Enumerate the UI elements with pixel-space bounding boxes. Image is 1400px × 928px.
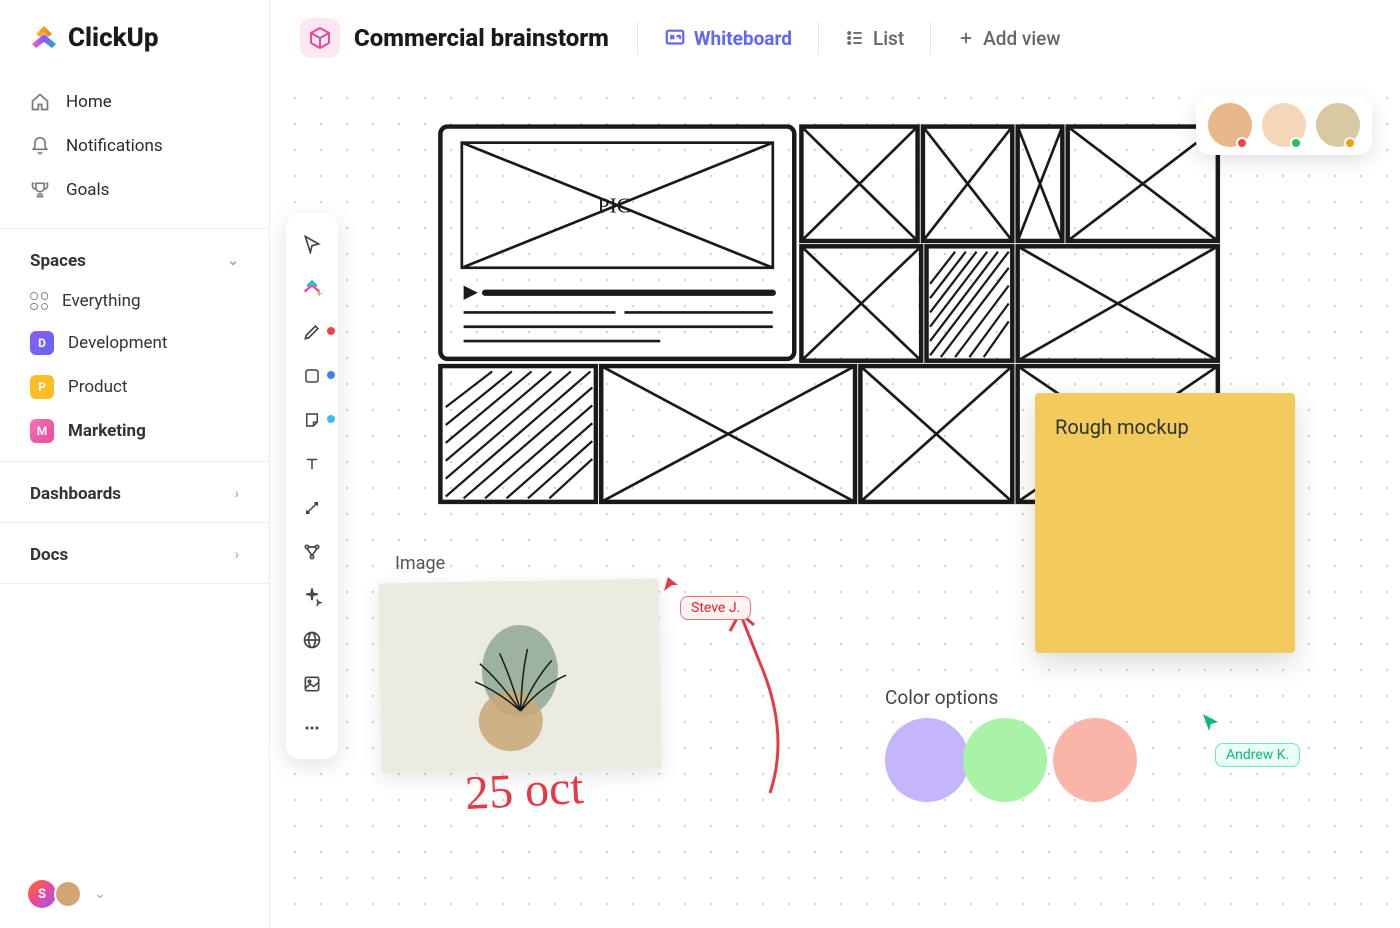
nav-home[interactable]: Home: [0, 80, 269, 124]
tool-more[interactable]: [293, 709, 331, 747]
brand-name: ClickUp: [68, 23, 159, 53]
sidebar-item-development[interactable]: D Development: [0, 321, 269, 365]
divider: [0, 228, 269, 229]
collaborators[interactable]: [1196, 95, 1372, 155]
divider: [0, 583, 269, 584]
collaborator-avatar[interactable]: [1316, 103, 1360, 147]
nav-notifications-label: Notifications: [66, 136, 163, 156]
spaces-title: Spaces: [30, 251, 86, 271]
tool-shape[interactable]: [293, 357, 331, 395]
doc-cube-icon[interactable]: [300, 18, 340, 58]
topbar: Commercial brainstorm Whiteboard List Ad…: [270, 0, 1400, 73]
space-label-product: Product: [68, 377, 127, 397]
user-avatar-initial: S: [28, 880, 56, 908]
tab-list-label: List: [873, 27, 904, 50]
logo[interactable]: ClickUp: [0, 0, 269, 72]
tab-list[interactable]: List: [839, 23, 910, 54]
dashboards-label: Dashboards: [30, 484, 121, 504]
user-avatar-photo: [54, 880, 82, 908]
tool-sticky[interactable]: [293, 401, 331, 439]
separator: [930, 22, 931, 54]
arrow-annotation: [690, 593, 810, 813]
main: Commercial brainstorm Whiteboard List Ad…: [270, 0, 1400, 928]
space-badge-m: M: [30, 419, 54, 443]
color-swatch-purple[interactable]: [885, 718, 969, 802]
chevron-right-icon: ›: [235, 486, 239, 502]
image-card[interactable]: [378, 579, 661, 774]
image-label: Image: [395, 553, 445, 574]
nav-goals-label: Goals: [66, 180, 109, 200]
collaborator-avatar[interactable]: [1262, 103, 1306, 147]
handwritten-date: 25 oct: [464, 760, 585, 821]
cursor-label-andrew: Andrew K.: [1215, 743, 1300, 767]
sidebar-item-product[interactable]: P Product: [0, 365, 269, 409]
collaborator-avatar[interactable]: [1208, 103, 1252, 147]
separator: [637, 22, 638, 54]
bell-icon: [30, 136, 50, 156]
tool-clickup[interactable]: +: [293, 269, 331, 307]
grid-icon: [30, 292, 48, 310]
cursor-steve-icon: [660, 571, 684, 595]
tab-whiteboard[interactable]: Whiteboard: [658, 23, 798, 54]
docs-section[interactable]: Docs ›: [0, 531, 269, 575]
tool-connector[interactable]: [293, 489, 331, 527]
space-badge-d: D: [30, 331, 54, 355]
doc-title: Commercial brainstorm: [354, 24, 609, 52]
chevron-right-icon: ›: [235, 547, 239, 563]
divider: [0, 461, 269, 462]
sidebar-item-everything[interactable]: Everything: [0, 281, 269, 321]
nav-goals[interactable]: Goals: [0, 168, 269, 212]
separator: [818, 22, 819, 54]
sticky-note[interactable]: Rough mockup: [1035, 393, 1295, 653]
color-swatch-coral[interactable]: [1053, 718, 1137, 802]
space-label-development: Development: [68, 333, 167, 353]
space-badge-p: P: [30, 375, 54, 399]
docs-label: Docs: [30, 545, 68, 565]
tool-text[interactable]: [293, 445, 331, 483]
sketch-pic-label: PIC: [598, 193, 631, 217]
dashboards-section[interactable]: Dashboards ›: [0, 470, 269, 514]
chevron-down-icon: ⌄: [94, 886, 106, 902]
nav-notifications[interactable]: Notifications: [0, 124, 269, 168]
home-icon: [30, 92, 50, 112]
tool-rail: +: [286, 213, 338, 759]
cursor-andrew-icon: [1200, 711, 1222, 733]
color-swatch-green[interactable]: [963, 718, 1047, 802]
sticky-text: Rough mockup: [1055, 415, 1189, 439]
trophy-icon: [30, 180, 50, 200]
sidebar-item-marketing[interactable]: M Marketing: [0, 409, 269, 453]
space-label-marketing: Marketing: [68, 421, 146, 441]
clickup-logo-icon: [28, 22, 60, 54]
whiteboard-icon: [664, 27, 686, 49]
tool-select[interactable]: [293, 225, 331, 263]
add-view-label: Add view: [983, 27, 1060, 50]
tool-sparkle[interactable]: [293, 577, 331, 615]
add-view-button[interactable]: Add view: [951, 23, 1066, 54]
user-menu[interactable]: S ⌄: [0, 860, 269, 928]
tool-web[interactable]: [293, 621, 331, 659]
chevron-down-icon: ⌄: [227, 253, 239, 269]
tool-relation[interactable]: [293, 533, 331, 571]
spaces-header[interactable]: Spaces ⌄: [0, 237, 269, 281]
cursor-label-steve: Steve J.: [680, 596, 751, 620]
whiteboard-canvas[interactable]: +: [270, 73, 1400, 928]
divider: [0, 522, 269, 523]
nav-home-label: Home: [66, 92, 112, 112]
svg-text:+: +: [317, 289, 323, 299]
color-swatches: [885, 718, 1137, 802]
everything-label: Everything: [62, 291, 141, 311]
plus-icon: [957, 29, 975, 47]
tool-image[interactable]: [293, 665, 331, 703]
tab-whiteboard-label: Whiteboard: [694, 27, 792, 50]
color-options-label: Color options: [885, 686, 998, 709]
list-icon: [845, 28, 865, 48]
tool-pen[interactable]: [293, 313, 331, 351]
sidebar: ClickUp Home Notifications Goals: [0, 0, 270, 928]
